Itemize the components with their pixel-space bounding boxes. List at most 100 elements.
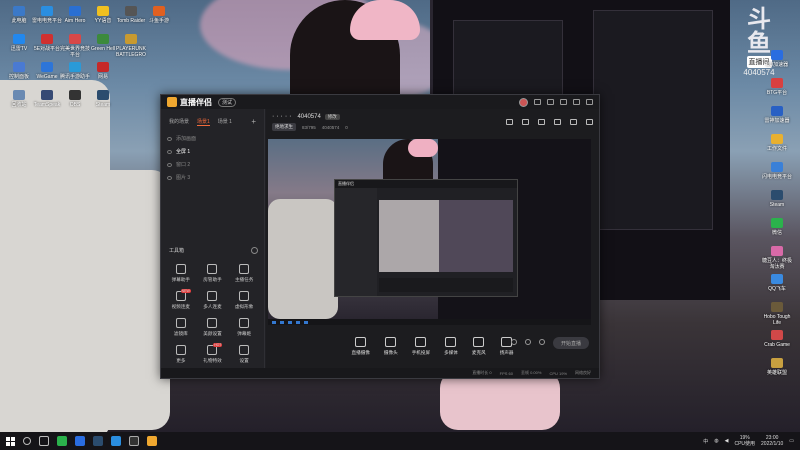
control-button[interactable]: 摄像头 bbox=[384, 336, 398, 356]
version-badge[interactable]: 测试 bbox=[218, 97, 237, 107]
tool-item[interactable]: 房管助手 bbox=[197, 264, 229, 283]
desktop-icon[interactable]: 工作文件 bbox=[760, 134, 794, 152]
app-icon bbox=[771, 218, 783, 228]
tool-badge: HOT bbox=[213, 343, 223, 347]
control-button[interactable]: 麦克风 bbox=[472, 336, 486, 356]
desktop-icon[interactable]: Steam bbox=[86, 90, 120, 108]
desktop-icon[interactable]: PLAYERUNK BATTLEGRO bbox=[114, 34, 148, 58]
minimize-icon[interactable] bbox=[560, 99, 567, 105]
uu-icon[interactable] bbox=[75, 436, 85, 446]
close-icon[interactable] bbox=[586, 99, 593, 105]
source-item[interactable]: 添加画面 bbox=[167, 132, 258, 145]
tool-label: 视频连麦 bbox=[171, 304, 191, 309]
task-view-icon[interactable] bbox=[39, 436, 49, 446]
add-scene-button[interactable]: + bbox=[251, 117, 256, 126]
browser-icon[interactable] bbox=[111, 436, 121, 446]
tool-item[interactable]: 主播任务 bbox=[228, 264, 260, 283]
tool-item[interactable]: 弹幕姬 bbox=[228, 318, 260, 337]
start-live-button[interactable]: 开始直播 bbox=[553, 337, 589, 349]
network-icon[interactable]: ◍ bbox=[714, 438, 718, 444]
eye-icon[interactable] bbox=[167, 175, 172, 180]
stream-preview[interactable]: 直播伴侣 bbox=[268, 139, 591, 319]
tool-item[interactable]: 多人连麦 bbox=[197, 291, 229, 310]
desktop-icon[interactable]: 微信 bbox=[760, 218, 794, 236]
tool-label: 礼物特效 bbox=[203, 358, 222, 363]
live-companion-taskbar-icon[interactable] bbox=[147, 436, 157, 446]
control-icon bbox=[445, 336, 457, 347]
control-button[interactable]: 直播摄像 bbox=[352, 336, 370, 356]
desktop-icon[interactable]: 糖豆人：终极淘汰赛 bbox=[760, 246, 794, 270]
notification-icon[interactable]: ▭ bbox=[789, 438, 794, 444]
search-icon[interactable] bbox=[23, 437, 31, 445]
left-panel: 我的场景 场景1 场景 1 + 添加画面 全屏 1 窗口 2 图片 3 工具箱 弹幕助… bbox=[161, 109, 265, 368]
app-icon bbox=[771, 190, 783, 200]
tab-scene-1[interactable]: 场景 1 bbox=[218, 118, 232, 125]
tool-item[interactable]: 设置 bbox=[228, 345, 260, 364]
menu-icon[interactable] bbox=[547, 99, 554, 105]
source-item[interactable]: 图片 3 bbox=[167, 171, 258, 184]
tab-my-scenes[interactable]: 我的场景 bbox=[169, 118, 189, 125]
tool-item[interactable]: HOT 礼物特效 bbox=[197, 343, 229, 364]
room-title: · · · · · bbox=[272, 113, 292, 120]
share-icon[interactable] bbox=[586, 119, 593, 125]
control-button[interactable]: 手机投屏 bbox=[412, 336, 430, 356]
steam-icon[interactable] bbox=[93, 436, 103, 446]
desktop-icon[interactable]: QQ飞车 bbox=[760, 274, 794, 292]
tool-item[interactable]: 虚拟形象 bbox=[228, 291, 260, 310]
desktop-icon-label: UU加速器 bbox=[765, 62, 789, 68]
control-button[interactable]: 多媒体 bbox=[444, 336, 458, 356]
desktop-icon[interactable]: Crab Game bbox=[760, 330, 794, 348]
start-button[interactable] bbox=[6, 436, 15, 446]
desktop-icon[interactable]: Steam bbox=[760, 190, 794, 208]
desktop-icon[interactable]: 闪电电竞平台 bbox=[760, 162, 794, 180]
tool-item[interactable]: 美颜设置 bbox=[197, 318, 229, 337]
lock-icon[interactable] bbox=[522, 119, 529, 125]
desktop-icon[interactable]: BTG平台 bbox=[760, 78, 794, 96]
tool-item[interactable]: 更多 bbox=[165, 345, 197, 364]
collapse-icon[interactable] bbox=[251, 247, 258, 254]
clock[interactable]: 23:00 2022/1/10 bbox=[761, 435, 783, 447]
input-method[interactable]: 中 bbox=[703, 438, 708, 445]
title-bar[interactable]: 直播伴侣 测试 bbox=[161, 95, 599, 109]
settings-icon[interactable] bbox=[534, 99, 541, 105]
maximize-icon[interactable] bbox=[573, 99, 580, 105]
desktop-icon[interactable]: 斗鱼手游 bbox=[142, 6, 176, 24]
desktop-icon-label: PLAYERUNK BATTLEGRO bbox=[116, 46, 146, 58]
bell-icon[interactable] bbox=[570, 119, 577, 125]
app-icon bbox=[41, 34, 53, 44]
tool-item[interactable]: 弹幕助手 bbox=[165, 264, 197, 283]
eye-icon[interactable] bbox=[167, 136, 172, 141]
source-item[interactable]: 全屏 1 bbox=[167, 145, 258, 158]
desktop-icon[interactable]: 雷神加速器 bbox=[760, 106, 794, 124]
preview-taskbar-strip bbox=[268, 319, 591, 325]
desktop-icon[interactable]: 网易 bbox=[86, 62, 120, 80]
tr-icon[interactable] bbox=[129, 436, 139, 446]
app-icon bbox=[771, 274, 783, 284]
cpu-monitor: 19% CPU使用 bbox=[734, 435, 756, 447]
share-screen-icon[interactable] bbox=[506, 119, 513, 125]
desktop-icon[interactable]: UU加速器 bbox=[760, 50, 794, 68]
category-tag[interactable]: 绝地求生 bbox=[272, 123, 296, 131]
volume-icon[interactable]: ◀ bbox=[725, 438, 729, 444]
refresh-icon[interactable] bbox=[525, 339, 531, 345]
eye-icon[interactable] bbox=[167, 162, 172, 167]
desktop-icon[interactable]: Hobo Tough Life bbox=[760, 302, 794, 326]
gift-icon[interactable] bbox=[538, 119, 545, 125]
tool-item[interactable]: 滤镜库 bbox=[165, 318, 197, 337]
app-icon bbox=[41, 62, 53, 72]
desktop-icon-label: 雷神加速器 bbox=[764, 118, 790, 124]
eye-icon[interactable] bbox=[167, 149, 172, 154]
gear-icon[interactable] bbox=[539, 339, 545, 345]
desktop-icon-label: 糖豆人：终极淘汰赛 bbox=[761, 258, 792, 270]
wechat-icon[interactable] bbox=[57, 436, 67, 446]
avatar[interactable] bbox=[519, 97, 528, 107]
desktop-icon[interactable]: 英雄联盟 bbox=[760, 358, 794, 376]
edit-room-button[interactable]: 修改 bbox=[324, 113, 340, 120]
live-companion-window[interactable]: 直播伴侣 测试 我的场景 场景1 场景 1 + 添加画面 全屏 1 窗口 2 图片 3… bbox=[160, 94, 600, 379]
app-icon bbox=[97, 62, 109, 72]
record-icon[interactable] bbox=[511, 339, 517, 345]
chat-icon[interactable] bbox=[554, 119, 561, 125]
tab-scene-active[interactable]: 场景1 bbox=[197, 118, 210, 126]
tool-item[interactable]: NEW 视频连麦 bbox=[165, 289, 197, 310]
source-item[interactable]: 窗口 2 bbox=[167, 158, 258, 171]
